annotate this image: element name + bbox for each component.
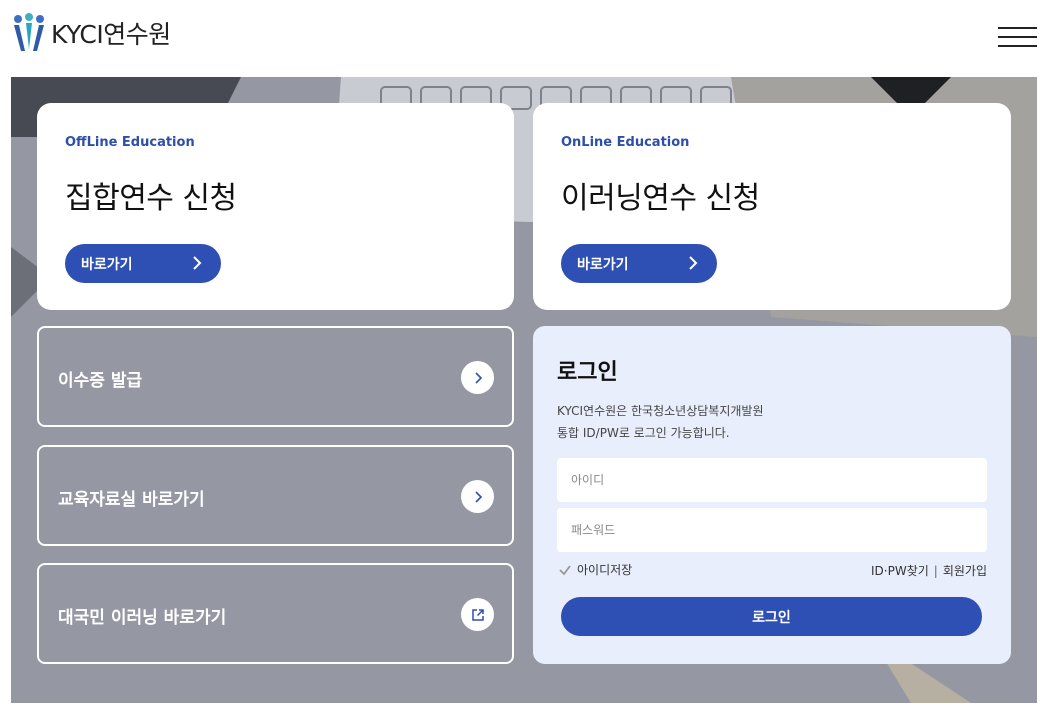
link-label: 이수증 발급 <box>58 371 143 391</box>
login-description: KYCI연수원은 한국청소년상담복지개발원 통합 ID/PW로 로그인 가능합니… <box>557 400 764 444</box>
site-logo[interactable]: KYCI연수원 <box>11 13 171 53</box>
circle-button <box>461 480 494 513</box>
card-eyebrow: OnLine Education <box>561 135 690 150</box>
link-separator: | <box>933 564 938 578</box>
checkmark-icon <box>559 564 571 575</box>
online-education-card: OnLine Education 이러닝연수 신청 바로가기 <box>533 103 1011 310</box>
chevron-right-icon <box>193 256 202 270</box>
card-eyebrow: OffLine Education <box>65 135 195 150</box>
hamburger-menu-icon[interactable] <box>998 27 1037 47</box>
circle-button <box>461 598 494 631</box>
chevron-right-icon <box>474 371 482 384</box>
password-input[interactable] <box>557 508 987 552</box>
signup-link[interactable]: 회원가입 <box>943 564 987 578</box>
login-submit-button[interactable]: 로그인 <box>561 597 982 636</box>
offline-go-button[interactable]: 바로가기 <box>65 244 221 283</box>
login-description-line: 통합 ID/PW로 로그인 가능합니다. <box>557 426 730 440</box>
button-label: 바로가기 <box>577 256 629 273</box>
card-title: 이러닝연수 신청 <box>561 181 760 216</box>
find-id-pw-link[interactable]: ID·PW찾기 <box>871 564 929 578</box>
public-elearning-link[interactable]: 대국민 이러닝 바로가기 <box>37 563 514 664</box>
card-title: 집합연수 신청 <box>65 181 237 216</box>
logo-mark-icon <box>14 13 44 51</box>
online-go-button[interactable]: 바로가기 <box>561 244 717 283</box>
offline-education-card: OffLine Education 집합연수 신청 바로가기 <box>37 103 514 310</box>
resource-room-link[interactable]: 교육자료실 바로가기 <box>37 445 514 546</box>
chevron-right-icon <box>474 490 482 503</box>
login-title: 로그인 <box>557 360 618 385</box>
link-label: 교육자료실 바로가기 <box>58 490 205 510</box>
chevron-right-icon <box>689 256 698 270</box>
save-id-label: 아이디저장 <box>577 563 633 577</box>
circle-button <box>461 361 494 394</box>
certificate-issue-link[interactable]: 이수증 발급 <box>37 326 514 427</box>
site-header: KYCI연수원 <box>0 0 1049 77</box>
user-id-input[interactable] <box>557 458 987 502</box>
login-description-line: KYCI연수원은 한국청소년상담복지개발원 <box>557 404 764 418</box>
logo-text: KYCI연수원 <box>51 20 171 49</box>
login-panel: 로그인 KYCI연수원은 한국청소년상담복지개발원 통합 ID/PW로 로그인 … <box>533 326 1011 664</box>
link-label: 대국민 이러닝 바로가기 <box>58 608 227 628</box>
save-id-checkbox[interactable]: 아이디저장 <box>557 561 632 578</box>
button-label: 바로가기 <box>81 256 133 273</box>
account-links: ID·PW찾기 | 회원가입 <box>871 562 987 579</box>
external-link-icon <box>471 608 484 621</box>
